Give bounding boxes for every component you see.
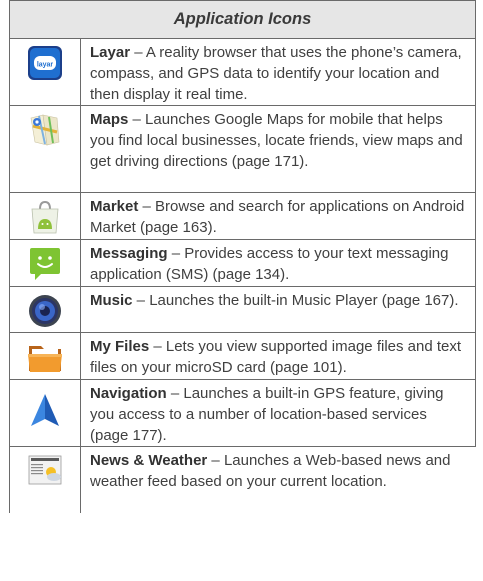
table-header: Application Icons [9, 0, 476, 39]
app-description: – Launches Google Maps for mobile that h… [90, 111, 463, 170]
app-name: Maps [90, 111, 129, 128]
table-row: Music – Launches the built-in Music Play… [9, 287, 476, 333]
row-description: News & Weather – Launches a Web-based ne… [81, 447, 476, 513]
application-icons-table: Application Icons layar Layar – A realit… [9, 0, 476, 513]
maps-icon [30, 114, 60, 146]
news-weather-icon [28, 455, 62, 485]
table-title: Application Icons [173, 10, 312, 28]
svg-text:layar: layar [37, 62, 54, 69]
table-row: layar Layar – A reality browser that use… [9, 39, 476, 106]
app-name: Music [90, 292, 133, 309]
table-row: News & Weather – Launches a Web-based ne… [9, 447, 476, 513]
row-description: Maps – Launches Google Maps for mobile t… [81, 106, 475, 192]
music-icon [29, 295, 61, 327]
app-name: My Files [90, 338, 150, 355]
my-files-icon [28, 346, 62, 372]
navigation-icon [31, 394, 59, 426]
row-description: Messaging – Provides access to your text… [81, 240, 475, 286]
table-row: Navigation – Launches a built-in GPS fea… [9, 380, 476, 447]
app-name: Market [90, 198, 139, 215]
table-row: Messaging – Provides access to your text… [9, 240, 476, 287]
app-description: – Launches the built-in Music Player (pa… [132, 292, 459, 309]
table-row: Maps – Launches Google Maps for mobile t… [9, 106, 476, 193]
row-description: My Files – Lets you view supported image… [81, 333, 475, 379]
row-description: Music – Launches the built-in Music Play… [81, 287, 475, 332]
app-description: – Browse and search for applications on … [90, 198, 465, 236]
row-description: Navigation – Launches a built-in GPS fea… [81, 380, 475, 446]
row-description: Market – Browse and search for applicati… [81, 193, 475, 239]
app-name: Layar [90, 44, 131, 61]
app-name: News & Weather [90, 452, 208, 469]
row-description: Layar – A reality browser that uses the … [81, 39, 475, 105]
app-name: Navigation [90, 385, 167, 402]
messaging-icon [30, 248, 60, 280]
layar-icon: layar [28, 46, 62, 80]
app-name: Messaging [90, 245, 168, 262]
table-row: Market – Browse and search for applicati… [9, 193, 476, 240]
table-row: My Files – Lets you view supported image… [9, 333, 476, 380]
app-description: – A reality browser that uses the phone’… [90, 44, 462, 103]
market-icon [31, 200, 59, 234]
